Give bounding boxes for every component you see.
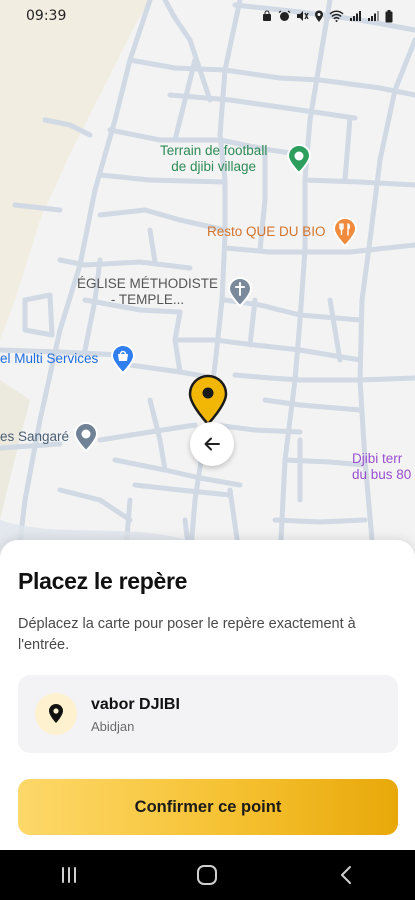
church-pin-icon[interactable] <box>227 277 253 307</box>
map-label-eglise-line1: ÉGLISE MÉTHODISTE <box>77 276 219 291</box>
map-label-djibi-bus[interactable]: Djibi terr du bus 80 <box>352 451 411 483</box>
recent-apps-button[interactable] <box>39 850 99 900</box>
map-view[interactable]: Terrain de football de djibi village Res… <box>0 0 415 560</box>
place-name: vabor DJIBI <box>91 696 180 713</box>
recent-apps-icon <box>62 867 77 883</box>
system-back-button[interactable] <box>316 850 376 900</box>
chevron-left-icon <box>340 866 351 884</box>
wifi-icon <box>329 10 344 22</box>
battery-icon <box>385 9 393 22</box>
map-label-djibi-bus-line1: Djibi terr <box>352 451 403 466</box>
map-label-eglise-line2: - TEMPLE... <box>110 292 185 307</box>
sheet-description: Déplacez la carte pour poser le repère e… <box>18 616 356 653</box>
place-pin-icon[interactable] <box>73 422 99 452</box>
location-pin-icon <box>49 704 63 723</box>
back-button[interactable] <box>190 422 234 466</box>
location-status-icon <box>315 10 323 22</box>
map-label-djibi-bus-line2: du bus 80 <box>352 467 412 482</box>
map-label-football[interactable]: Terrain de football de djibi village <box>160 143 267 175</box>
place-city: Abidjan <box>91 719 135 734</box>
place-card[interactable]: vabor DJIBI Abidjan <box>18 675 398 753</box>
home-icon <box>197 865 218 885</box>
status-bar: 09:39 <box>0 0 415 32</box>
mute-icon <box>297 11 309 21</box>
football-pin-icon[interactable] <box>286 144 312 174</box>
home-button[interactable] <box>177 850 237 900</box>
map-label-football-line2: de djibi village <box>171 159 257 174</box>
status-icons <box>261 9 393 23</box>
arrow-left-icon <box>204 437 220 451</box>
restaurant-pin-icon[interactable] <box>332 217 358 247</box>
system-navigation-bar <box>0 850 415 900</box>
marker-pin-icon[interactable] <box>187 374 229 428</box>
map-label-multi-services[interactable]: el Multi Services <box>0 351 98 367</box>
place-icon-badge <box>35 693 77 735</box>
bottom-sheet: Placez le repère Déplacez la carte pour … <box>0 540 415 850</box>
map-label-sangare[interactable]: es Sangaré <box>0 429 69 445</box>
signal-icon <box>350 11 361 21</box>
map-label-football-line1: Terrain de football <box>160 143 268 158</box>
signal-2-icon <box>368 11 379 21</box>
shop-pin-icon[interactable] <box>110 344 136 374</box>
confirm-point-button[interactable]: Confirmer ce point <box>18 779 398 835</box>
sheet-title: Placez le repère <box>18 568 188 594</box>
alarm-icon <box>278 10 291 21</box>
map-label-resto[interactable]: Resto QUE DU BIO <box>207 224 326 240</box>
status-time: 09:39 <box>26 8 67 24</box>
map-label-eglise[interactable]: ÉGLISE MÉTHODISTE - TEMPLE... <box>77 276 218 308</box>
lock-notification-icon <box>263 10 271 21</box>
